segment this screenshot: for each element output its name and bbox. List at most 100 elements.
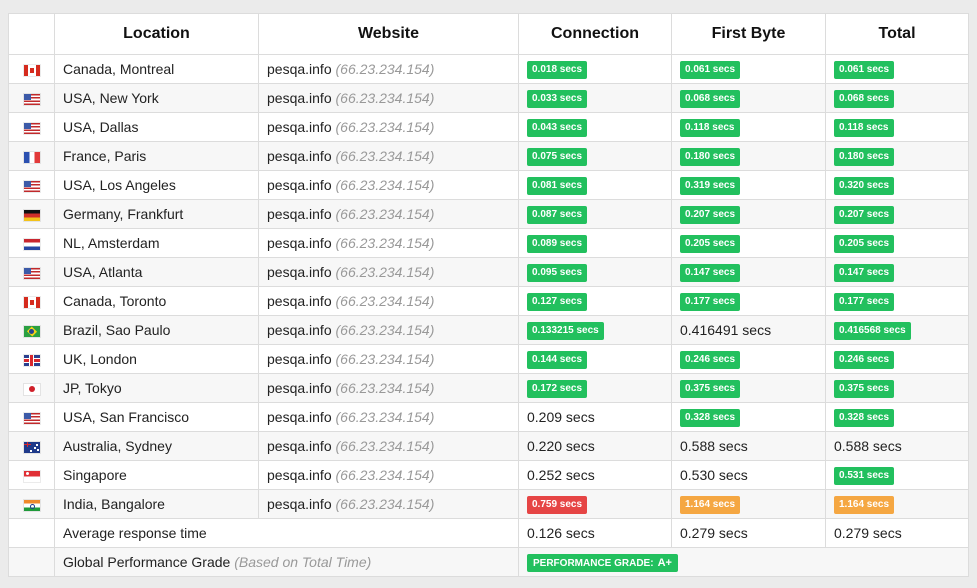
website-cell: pesqa.info (66.23.234.154) xyxy=(258,199,519,229)
total-badge: 0.180 secs xyxy=(834,148,895,166)
flag-cell xyxy=(8,83,55,113)
average-label: Average response time xyxy=(54,518,519,548)
netherlands-flag-icon xyxy=(23,238,40,250)
website-cell: pesqa.info (66.23.234.154) xyxy=(258,112,519,142)
average-flag-cell xyxy=(8,518,55,548)
total-cell: 0.320 secs xyxy=(825,170,969,200)
first-byte-badge: 0.319 secs xyxy=(680,177,741,195)
website-domain: pesqa.info xyxy=(267,409,332,425)
total-badge: 0.320 secs xyxy=(834,177,895,195)
website-domain: pesqa.info xyxy=(267,496,332,512)
table-row: USA, Atlanta pesqa.info (66.23.234.154) 0.… xyxy=(8,257,969,287)
first-byte-cell: 0.246 secs xyxy=(671,344,826,374)
table-row: UK, London pesqa.info (66.23.234.154) 0.14… xyxy=(8,344,969,374)
website-cell: pesqa.info (66.23.234.154) xyxy=(258,373,519,403)
connection-cell: 0.087 secs xyxy=(518,199,672,229)
website-ip: (66.23.234.154) xyxy=(335,206,435,222)
flag-cell xyxy=(8,112,55,142)
table-row: USA, New York pesqa.info (66.23.234.154) 0… xyxy=(8,83,969,113)
table-row: USA, San Francisco pesqa.info (66.23.234.… xyxy=(8,402,969,432)
first-byte-cell: 0.319 secs xyxy=(671,170,826,200)
connection-badge: 0.033 secs xyxy=(527,90,588,108)
website-ip: (66.23.234.154) xyxy=(335,322,435,338)
total-badge: 0.177 secs xyxy=(834,293,895,311)
total-badge: 0.531 secs xyxy=(834,467,895,485)
first-byte-badge: 0.207 secs xyxy=(680,206,741,224)
website-cell: pesqa.info (66.23.234.154) xyxy=(258,83,519,113)
connection-badge: 0.018 secs xyxy=(527,61,588,79)
website-cell: pesqa.info (66.23.234.154) xyxy=(258,286,519,316)
flag-cell xyxy=(8,286,55,316)
first-byte-cell: 0.118 secs xyxy=(671,112,826,142)
table-row: India, Bangalore pesqa.info (66.23.234.15… xyxy=(8,489,969,519)
total-cell: 0.328 secs xyxy=(825,402,969,432)
total-badge: 0.416568 secs xyxy=(834,322,911,340)
total-cell: 0.068 secs xyxy=(825,83,969,113)
flag-cell xyxy=(8,228,55,258)
total-cell: 0.177 secs xyxy=(825,286,969,316)
grade-flag-cell xyxy=(8,547,55,577)
location-cell: NL, Amsterdam xyxy=(54,228,259,258)
location-cell: France, Paris xyxy=(54,141,259,171)
usa-flag-icon xyxy=(23,267,40,279)
connection-cell: 0.252 secs xyxy=(518,460,672,490)
website-cell: pesqa.info (66.23.234.154) xyxy=(258,431,519,461)
location-cell: Australia, Sydney xyxy=(54,431,259,461)
website-domain: pesqa.info xyxy=(267,264,332,280)
connection-badge: 0.759 secs xyxy=(527,496,588,514)
table-row: NL, Amsterdam pesqa.info (66.23.234.154) 0… xyxy=(8,228,969,258)
results-panel: Location Website Connection First Byte T… xyxy=(8,13,969,577)
first-byte-value: 0.530 secs xyxy=(680,467,748,483)
flag-cell xyxy=(8,257,55,287)
connection-cell: 0.089 secs xyxy=(518,228,672,258)
website-cell: pesqa.info (66.23.234.154) xyxy=(258,228,519,258)
header-website: Website xyxy=(258,13,519,55)
usa-flag-icon xyxy=(23,93,40,105)
connection-badge: 0.095 secs xyxy=(527,264,588,282)
australia-flag-icon xyxy=(23,441,40,453)
website-ip: (66.23.234.154) xyxy=(335,351,435,367)
total-cell: 0.205 secs xyxy=(825,228,969,258)
flag-cell xyxy=(8,315,55,345)
total-cell: 0.246 secs xyxy=(825,344,969,374)
first-byte-badge: 0.180 secs xyxy=(680,148,741,166)
first-byte-cell: 0.147 secs xyxy=(671,257,826,287)
connection-badge: 0.043 secs xyxy=(527,119,588,137)
india-flag-icon xyxy=(23,499,40,511)
total-badge: 0.375 secs xyxy=(834,380,895,398)
connection-cell: 0.075 secs xyxy=(518,141,672,171)
flag-cell xyxy=(8,54,55,84)
website-domain: pesqa.info xyxy=(267,61,332,77)
flag-cell xyxy=(8,489,55,519)
connection-cell: 0.209 secs xyxy=(518,402,672,432)
first-byte-cell: 0.180 secs xyxy=(671,141,826,171)
grade-label: Global Performance Grade xyxy=(63,554,231,570)
total-cell: 0.588 secs xyxy=(825,431,969,461)
website-ip: (66.23.234.154) xyxy=(335,467,435,483)
website-ip: (66.23.234.154) xyxy=(335,380,435,396)
results-body: Canada, Montreal pesqa.info (66.23.234.15… xyxy=(8,54,969,577)
website-ip: (66.23.234.154) xyxy=(335,496,435,512)
website-domain: pesqa.info xyxy=(267,177,332,193)
website-ip: (66.23.234.154) xyxy=(335,119,435,135)
connection-cell: 0.033 secs xyxy=(518,83,672,113)
website-ip: (66.23.234.154) xyxy=(335,235,435,251)
first-byte-cell: 1.164 secs xyxy=(671,489,826,519)
connection-badge: 0.087 secs xyxy=(527,206,588,224)
performance-grade-badge: PERFORMANCE GRADE: A+ xyxy=(527,553,678,572)
total-badge: 0.328 secs xyxy=(834,409,895,427)
website-ip: (66.23.234.154) xyxy=(335,177,435,193)
first-byte-cell: 0.328 secs xyxy=(671,402,826,432)
website-cell: pesqa.info (66.23.234.154) xyxy=(258,460,519,490)
website-domain: pesqa.info xyxy=(267,90,332,106)
website-cell: pesqa.info (66.23.234.154) xyxy=(258,54,519,84)
first-byte-cell: 0.530 secs xyxy=(671,460,826,490)
average-connection: 0.126 secs xyxy=(518,518,672,548)
location-cell: UK, London xyxy=(54,344,259,374)
total-badge: 0.147 secs xyxy=(834,264,895,282)
location-cell: Canada, Montreal xyxy=(54,54,259,84)
website-ip: (66.23.234.154) xyxy=(335,264,435,280)
average-first-byte: 0.279 secs xyxy=(671,518,826,548)
first-byte-badge: 0.118 secs xyxy=(680,119,740,137)
website-domain: pesqa.info xyxy=(267,322,332,338)
